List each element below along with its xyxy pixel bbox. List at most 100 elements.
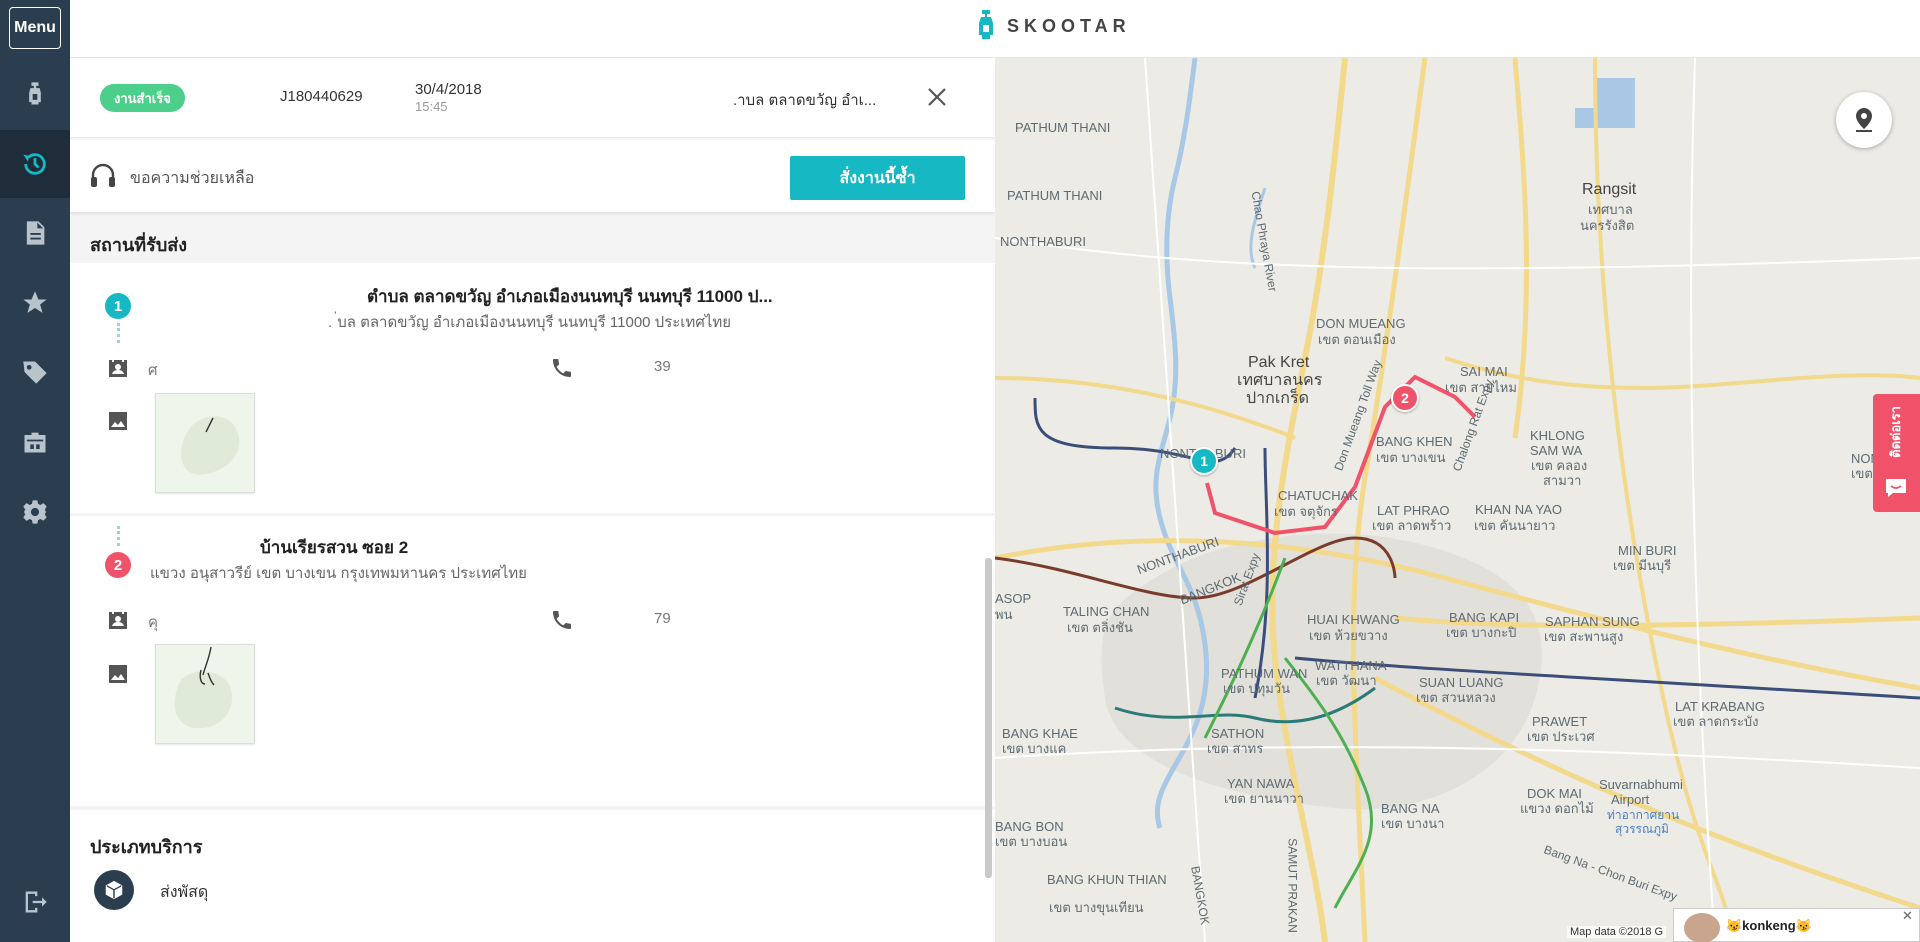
chat-popup[interactable]: 😼konkeng😼 ✕	[1673, 908, 1920, 942]
chat-icon	[1886, 479, 1906, 497]
reorder-button[interactable]: สั่งงานนี้ซ้ำ	[790, 156, 965, 200]
business-icon	[24, 431, 46, 453]
avatar	[1684, 913, 1720, 942]
sidebar-item-favorites[interactable]	[0, 269, 70, 337]
map-label: เขต บางนา	[1381, 816, 1445, 831]
map-label: นครรังสิต	[1580, 218, 1635, 233]
map-label: เขต ประเวศ	[1527, 729, 1595, 744]
contact-us-label: ติดต่อเรา	[1888, 406, 1903, 458]
map-label: ท่าอากาศยาน	[1607, 808, 1680, 822]
map-label: LAT KRABANG	[1675, 699, 1765, 714]
map-label: เขต ห้วยขวาง	[1309, 628, 1388, 643]
map-label: สามวา	[1543, 473, 1582, 488]
map-label: เขต ตลิ่งชัน	[1067, 620, 1133, 635]
map-label: Suvarnabhumi	[1599, 777, 1683, 792]
sidebar-item-promotions[interactable]	[0, 338, 70, 406]
map-pin-pickup[interactable]: 1	[1190, 447, 1218, 475]
close-icon[interactable]: ✕	[1902, 909, 1913, 924]
map-label: CHATUCHAK	[1278, 488, 1358, 503]
scooter-icon	[29, 82, 41, 105]
map-label: เขต จตุจักร	[1274, 504, 1338, 519]
map-label: BANG KAPI	[1449, 610, 1520, 625]
map-label: เขต ลาดพร้าว	[1372, 518, 1452, 533]
map-label: เขต คันนายาว	[1474, 518, 1556, 533]
map-label: BANG KHAE	[1002, 726, 1078, 741]
map-label: PATHUM THANI	[1015, 120, 1111, 135]
map-label: SAM WA	[1530, 443, 1583, 458]
map-pin-dropoff[interactable]: 2	[1391, 384, 1419, 412]
job-address: .าบล ตลาดขวัญ อำเ...	[733, 92, 877, 109]
job-detail-panel: งานสำเร็จ J180440629 30/4/2018 15:45 .าบ…	[70, 58, 995, 942]
map-label: SAPHAN SUNG	[1545, 614, 1640, 629]
location-subtitle: . ่บล ตลาดขวัญ อำเภอเมืองนนทบุรี นนทบุรี…	[328, 314, 732, 331]
phone-icon	[550, 608, 574, 632]
dropoff-number: 2	[105, 552, 131, 578]
map-label: PRAWET	[1532, 714, 1588, 729]
star-icon	[23, 291, 47, 313]
sidebar-item-history[interactable]	[0, 130, 70, 198]
map-label: สุวรรณภูมิ	[1615, 822, 1669, 836]
map-label: เขต ลาดกระบัง	[1673, 714, 1759, 729]
map-label: เขต สะพานสูง	[1544, 629, 1624, 644]
help-link[interactable]: ขอความช่วยเหลือ	[130, 166, 254, 191]
my-location-button[interactable]	[1836, 92, 1892, 148]
headset-icon[interactable]	[90, 162, 116, 194]
map-label: SATHON	[1211, 726, 1265, 741]
map-label: เขต สวนหลวง	[1416, 690, 1496, 705]
location-title: ตำบล ตลาดขวัญ อำเภอเมืองนนทบุรี นนทบุรี …	[367, 287, 773, 306]
map-label: เขต บางแค	[1002, 741, 1067, 756]
map-label: แขวง ดอกไม้	[1520, 801, 1594, 816]
contact-phone: 79	[654, 610, 671, 627]
route-dots	[117, 526, 120, 546]
locations-section-title: สถานที่รับส่ง	[90, 235, 188, 255]
map-label: เขต วัฒนา	[1316, 673, 1377, 688]
map-label: YAN NAWA	[1227, 776, 1295, 791]
tag-icon	[23, 361, 47, 384]
map-label: SUAN LUANG	[1419, 675, 1504, 690]
map-label: KHLONG	[1530, 428, 1585, 443]
map-label: เขต คลอง	[1531, 458, 1588, 473]
map[interactable]: PATHUM THANI Rangsit เทศบาล นครรังสิต PA…	[995, 58, 1920, 942]
location-subtitle: แขวง อนุสาวรีย์ เขต บางเขน กรุงเทพมหานคร…	[150, 565, 527, 582]
map-label: SAMUT PRAKAN	[1285, 838, 1300, 933]
map-label: เขต มีนบุรี	[1613, 558, 1672, 573]
job-id: J180440629	[280, 88, 363, 105]
signature-thumbnail[interactable]	[155, 644, 255, 744]
map-label: เขต บางกะปิ	[1446, 625, 1517, 640]
map-label: HUAI KHWANG	[1307, 612, 1400, 627]
sidebar-item-document[interactable]	[0, 199, 70, 267]
map-label: Rangsit	[1582, 181, 1637, 198]
map-label: ปากเกร็ด	[1246, 390, 1309, 407]
job-summary-bar: งานสำเร็จ J180440629 30/4/2018 15:45 .าบ…	[70, 58, 995, 138]
logout-icon	[25, 891, 47, 913]
service-section-title: ประเภทบริการ	[90, 837, 203, 857]
map-label: MIN BURI	[1618, 543, 1677, 558]
contact-us-tab[interactable]: ติดต่อเรา	[1873, 394, 1920, 512]
map-label: DON MUEANG	[1316, 316, 1406, 331]
map-label: BANG BON	[995, 819, 1064, 834]
menu-button[interactable]: Menu	[9, 7, 61, 49]
history-icon	[23, 153, 46, 175]
map-label: SAI MAI	[1460, 364, 1508, 379]
close-button[interactable]	[922, 82, 952, 112]
sidebar-item-business[interactable]	[0, 408, 70, 476]
map-label: ASOP	[995, 591, 1032, 606]
contact-card-icon	[106, 608, 130, 632]
job-date: 30/4/2018	[415, 81, 482, 98]
map-label: BANG KHUN THIAN	[1047, 872, 1167, 887]
map-label: BANG NA	[1381, 801, 1440, 816]
scrollbar[interactable]	[985, 558, 992, 878]
map-label: LAT PHRAO	[1377, 503, 1450, 518]
job-time: 15:45	[415, 99, 448, 114]
contact-name: คุ	[148, 614, 159, 631]
sidebar-item-settings[interactable]	[0, 478, 70, 546]
brand-logo[interactable]: SKOOTAR	[975, 10, 1131, 42]
map-label: PATHUM THANI	[1007, 188, 1103, 203]
location-card-1: 1 ตำบล ตลาดขวัญ อำเภอเมืองนนทบุรี นนทบุร…	[70, 263, 995, 513]
sidebar-item-deliver[interactable]	[0, 60, 70, 128]
signature-thumbnail[interactable]	[155, 393, 255, 493]
location-pin-icon	[1856, 108, 1872, 132]
close-icon	[928, 88, 946, 106]
sidebar-item-logout[interactable]	[0, 868, 70, 936]
map-label: เทศบาล	[1588, 202, 1633, 217]
